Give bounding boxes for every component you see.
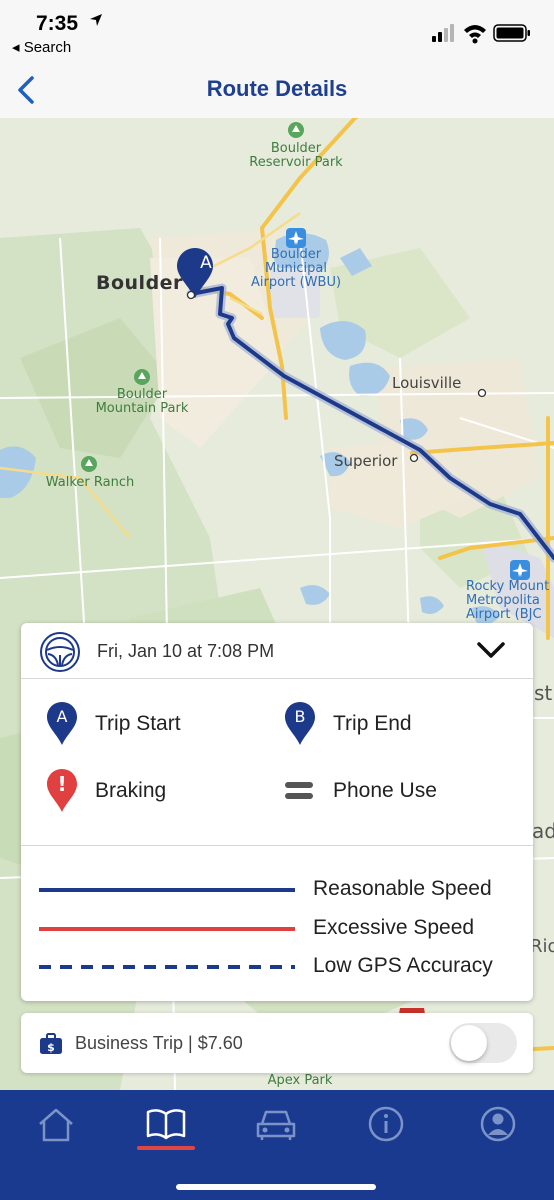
business-trip-row: $ Business Trip | $7.60 <box>21 1013 533 1073</box>
map-label-apex-park: Apex Park <box>267 1073 333 1088</box>
legend-braking: ! Braking <box>45 767 265 813</box>
legend-line-label: Reasonable Speed <box>313 877 492 900</box>
map-label-edge-st: st <box>534 681 553 705</box>
page-title: Route Details <box>206 76 348 101</box>
phone-use-icon <box>285 782 313 799</box>
reasonable-speed-swatch <box>39 888 295 892</box>
legend-excessive-speed: Excessive Speed <box>39 914 519 944</box>
excessive-speed-swatch <box>39 927 295 931</box>
battery-icon <box>493 24 530 42</box>
active-tab-indicator <box>137 1146 195 1150</box>
book-icon <box>146 1109 186 1140</box>
home-icon <box>39 1108 73 1142</box>
status-time: 7:35 <box>36 12 79 35</box>
map-label-boulder-reservoir: Boulder Reservoir Park <box>249 141 343 170</box>
tab-profile[interactable] <box>468 1102 528 1146</box>
start-pin-label: A <box>200 253 212 273</box>
steering-wheel-icon <box>40 632 80 672</box>
chevron-down-icon[interactable] <box>475 637 507 663</box>
map-label-superior: Superior <box>334 452 398 470</box>
svg-text:$: $ <box>47 1041 55 1054</box>
legend-line-label: Low GPS Accuracy <box>313 954 493 977</box>
toggle-knob <box>451 1025 487 1061</box>
map-label-edge-rid: Rid <box>530 936 554 957</box>
svg-text:!: ! <box>57 772 66 796</box>
legend-label: Trip Start <box>95 712 181 735</box>
legend-line-label: Excessive Speed <box>313 916 475 939</box>
trip-header[interactable]: Fri, Jan 10 at 7:08 PM <box>21 623 533 679</box>
legend-label: Trip End <box>333 712 412 735</box>
car-icon <box>256 1110 296 1140</box>
briefcase-dollar-icon: $ <box>40 1033 62 1054</box>
tab-home[interactable] <box>26 1102 86 1146</box>
svg-text:B: B <box>295 707 306 726</box>
braking-pin-icon: ! <box>47 769 77 812</box>
trip-legend-card: Fri, Jan 10 at 7:08 PM A Trip Start B Tr… <box>21 623 533 1001</box>
legend-label: Braking <box>95 779 167 802</box>
tab-info[interactable] <box>356 1102 416 1146</box>
trip-date: Fri, Jan 10 at 7:08 PM <box>97 641 275 661</box>
map-label-walker-ranch: Walker Ranch <box>45 475 135 490</box>
card-divider <box>21 845 533 846</box>
location-arrow-icon <box>90 14 102 26</box>
status-bar: 7:35 ◂ Search <box>0 0 554 62</box>
wifi-icon <box>464 25 486 44</box>
business-trip-label: Business Trip | $7.60 <box>75 1033 243 1053</box>
legend-label: Phone Use <box>333 779 437 802</box>
map-label-rocky-mountain-airport: Rocky Mount Metropolita Airport (BJC <box>466 579 550 622</box>
nav-bar: Route Details <box>0 62 554 118</box>
svg-text:A: A <box>57 707 68 726</box>
map-label-edge-ad: ad <box>532 819 554 843</box>
legend-reasonable-speed: Reasonable Speed <box>39 875 519 905</box>
pin-a-icon: A <box>47 702 77 745</box>
back-to-search-link[interactable]: ◂ Search <box>12 38 71 56</box>
map-label-louisville: Louisville <box>392 374 462 392</box>
tab-bar <box>0 1090 554 1200</box>
legend-phone-use: Phone Use <box>283 767 503 813</box>
legend-low-gps: Low GPS Accuracy <box>39 952 519 982</box>
legend-trip-end: B Trip End <box>283 700 503 746</box>
legend-trip-start: A Trip Start <box>45 700 265 746</box>
business-trip-toggle[interactable] <box>449 1023 517 1063</box>
map-label-boulder-mountain-park: Boulder Mountain Park <box>95 387 189 416</box>
map-label-boulder: Boulder <box>96 272 183 294</box>
profile-icon <box>480 1106 516 1142</box>
tab-trips[interactable] <box>136 1102 196 1146</box>
pin-b-icon: B <box>285 702 315 745</box>
info-icon <box>368 1106 404 1142</box>
status-icons <box>432 24 530 44</box>
low-gps-swatch <box>39 965 295 969</box>
home-indicator <box>176 1184 376 1190</box>
tab-vehicle[interactable] <box>246 1102 306 1146</box>
signal-icon <box>432 24 454 42</box>
map-label-boulder-airport: Boulder Municipal Airport (WBU) <box>250 247 342 290</box>
